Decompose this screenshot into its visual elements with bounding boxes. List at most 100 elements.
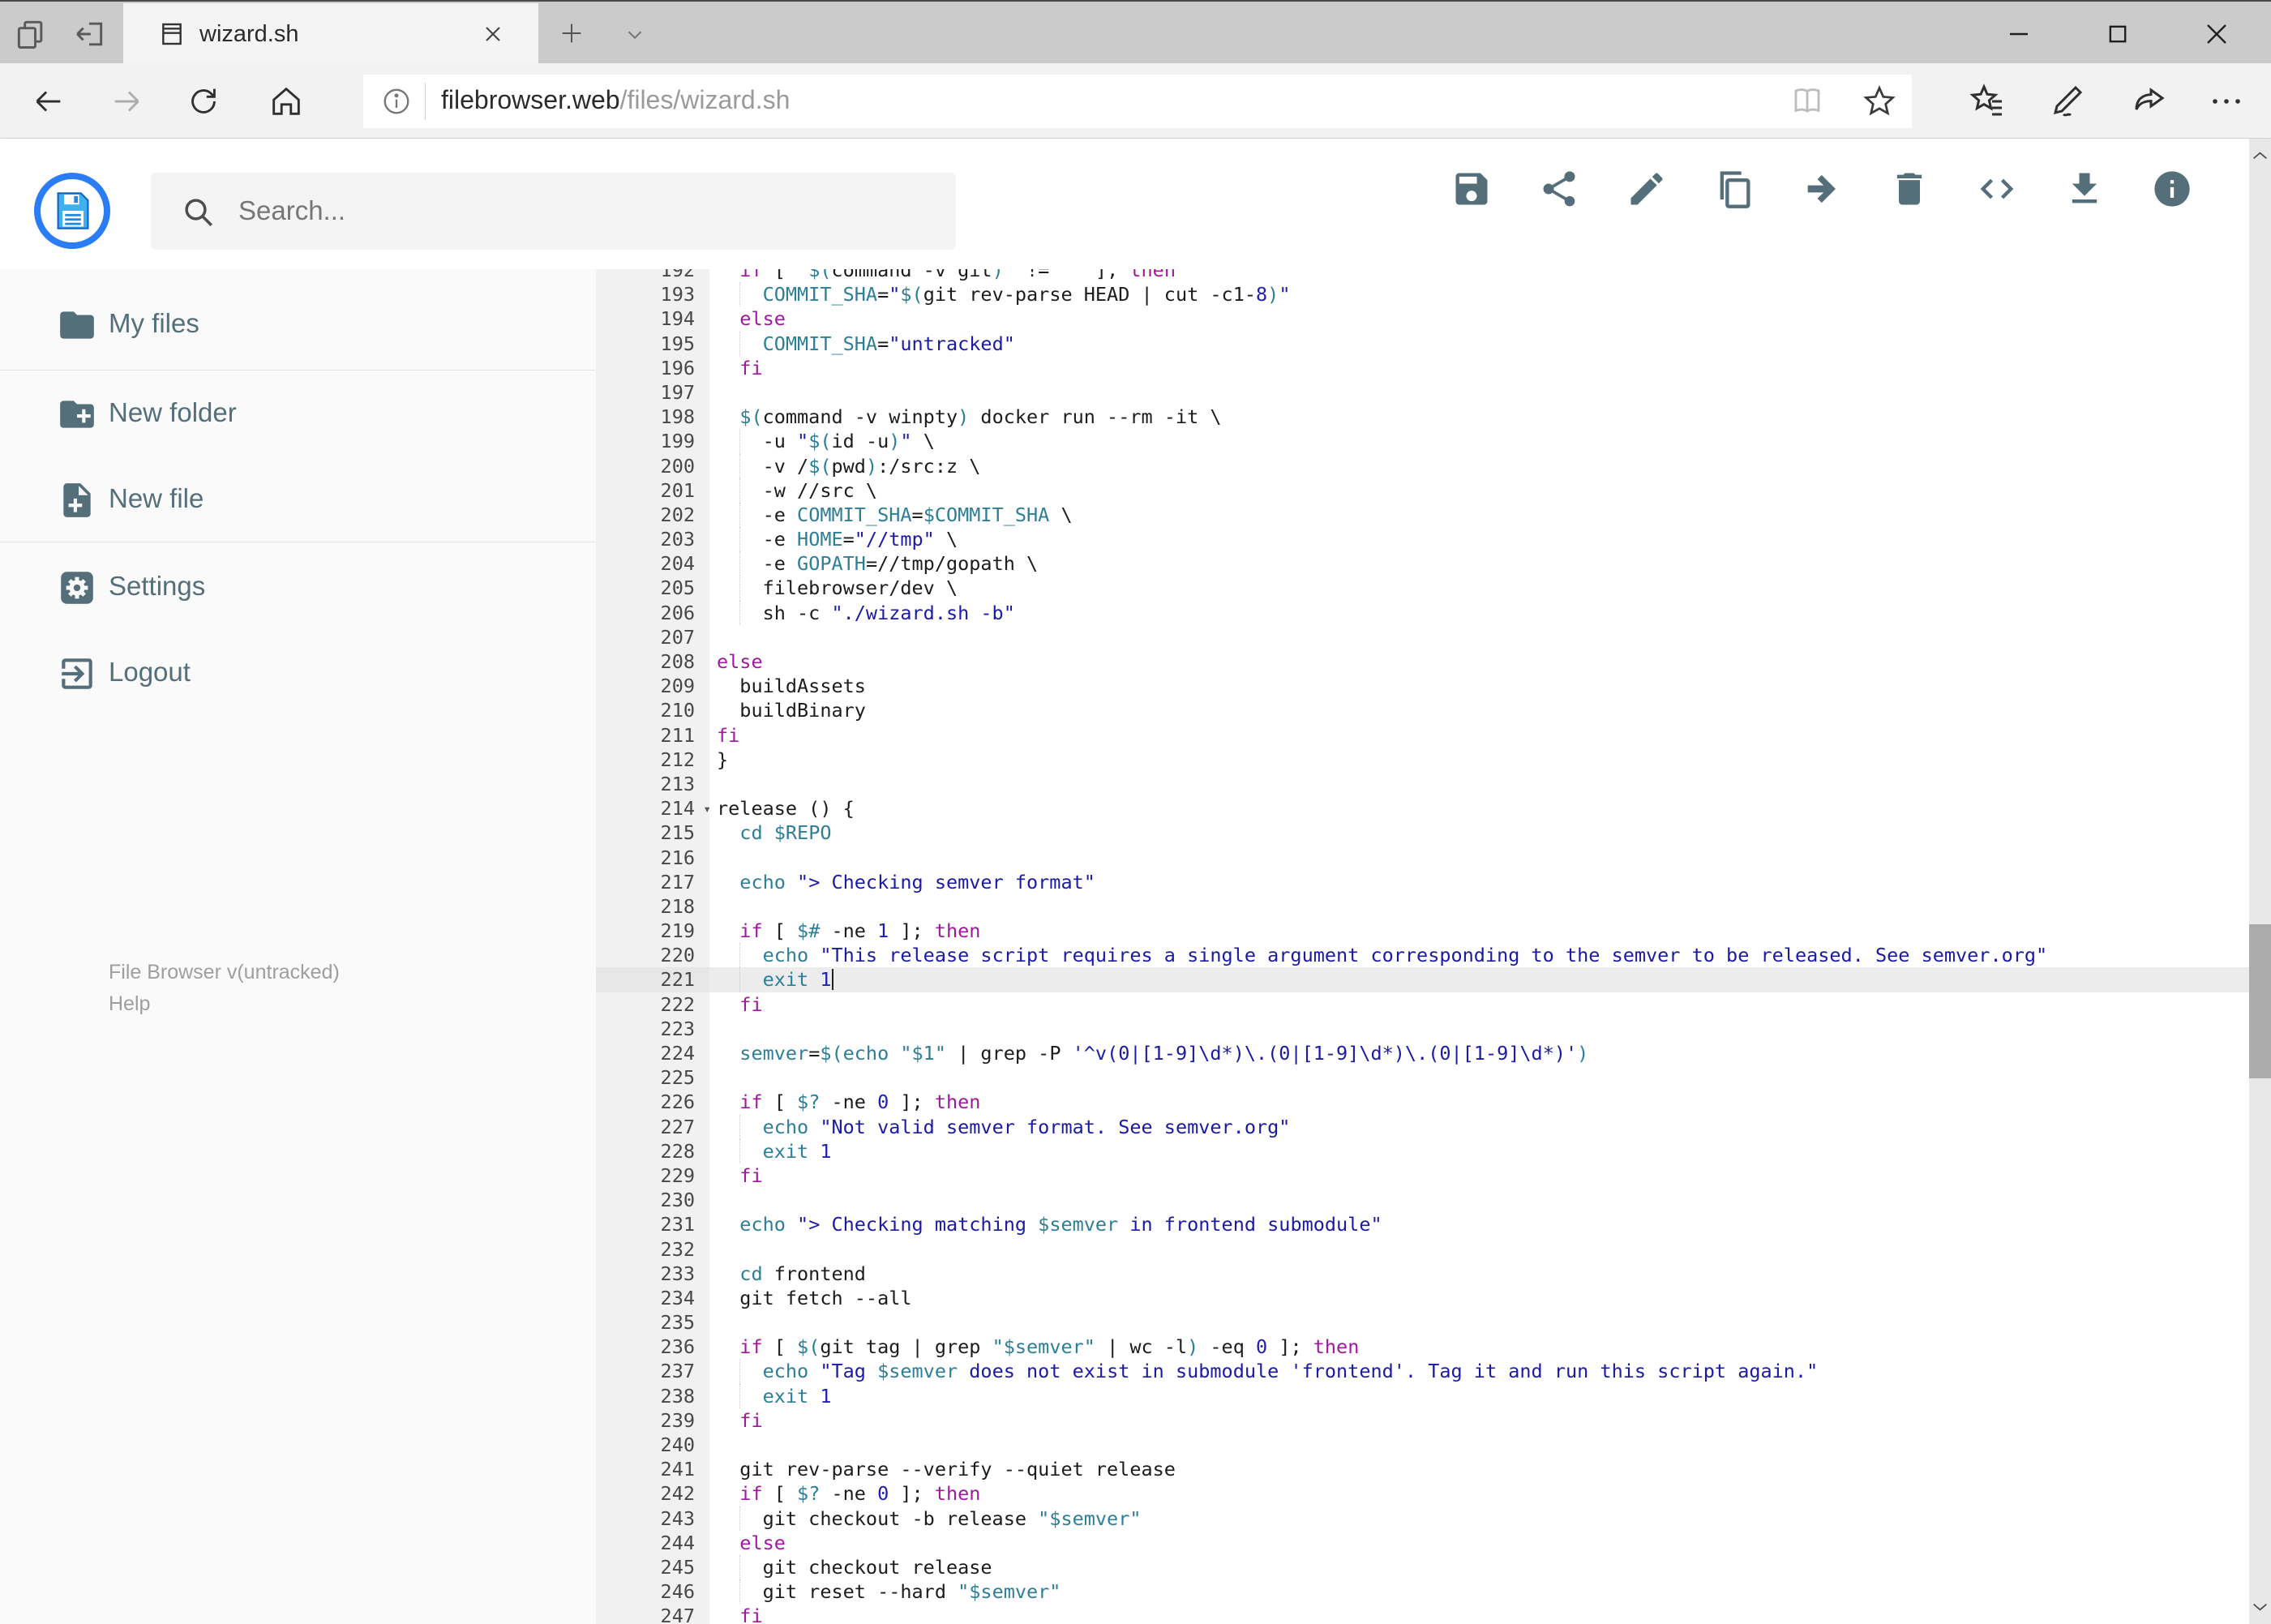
code-line[interactable] [709, 1433, 2249, 1457]
code-line[interactable]: git rev-parse --verify --quiet release [709, 1457, 2249, 1481]
code-line[interactable]: buildBinary [709, 698, 2249, 722]
line-number[interactable]: 229 [596, 1163, 709, 1188]
line-number[interactable]: 224 [596, 1041, 709, 1065]
code-line[interactable]: git reset --hard "$semver" [709, 1579, 2249, 1605]
scroll-up-icon[interactable] [2249, 142, 2271, 169]
code-line[interactable]: else [709, 306, 2249, 331]
code-line[interactable]: release () { [709, 796, 2249, 821]
line-number[interactable]: 208 [596, 649, 709, 674]
code-line[interactable]: cd $REPO [709, 821, 2249, 845]
code-line[interactable]: echo "Tag $semver does not exist in subm… [709, 1359, 2249, 1384]
vertical-scrollbar[interactable] [2249, 139, 2271, 1624]
code-line[interactable] [709, 894, 2249, 919]
more-options-icon[interactable] [2207, 82, 2246, 121]
code-line[interactable]: if [ $? -ne 0 ]; then [709, 1481, 2249, 1506]
code-line[interactable]: -v /$(pwd):/src:z \ [709, 453, 2249, 478]
line-number[interactable]: 199 [596, 429, 709, 453]
line-number[interactable]: 225 [596, 1065, 709, 1090]
line-number[interactable]: 211 [596, 723, 709, 748]
code-line[interactable]: if [ $(git tag | grep "$semver" | wc -l)… [709, 1335, 2249, 1359]
sidebar-item-my-files[interactable]: My files [0, 302, 596, 350]
line-number[interactable]: 244 [596, 1531, 709, 1555]
line-number[interactable]: 202 [596, 503, 709, 527]
sidebar-item-new-file[interactable]: New file [0, 477, 596, 525]
line-number[interactable]: 223 [596, 1017, 709, 1041]
new-tab-icon[interactable] [558, 19, 585, 47]
line-number[interactable]: 197 [596, 380, 709, 405]
maximize-button[interactable] [2100, 16, 2136, 52]
code-line[interactable]: fi [709, 1408, 2249, 1433]
code-line[interactable]: -e GOPATH=//tmp/gopath \ [709, 551, 2249, 576]
line-number[interactable]: 215 [596, 821, 709, 845]
code-line[interactable]: else [709, 649, 2249, 674]
line-number[interactable]: 238 [596, 1384, 709, 1408]
line-number[interactable]: 204 [596, 551, 709, 576]
line-number[interactable]: 209 [596, 674, 709, 698]
line-number[interactable]: 240 [596, 1433, 709, 1457]
help-link[interactable]: Help [109, 988, 340, 1020]
code-line[interactable]: filebrowser/dev \ [709, 576, 2249, 601]
tab-list-chevron-icon[interactable] [621, 23, 649, 47]
share-page-icon[interactable] [2130, 82, 2169, 121]
scrollbar-thumb[interactable] [2249, 924, 2271, 1078]
line-number[interactable]: 232 [596, 1237, 709, 1262]
code-line[interactable] [709, 772, 2249, 796]
line-number[interactable]: 217 [596, 870, 709, 894]
ink-annotate-icon[interactable] [2049, 82, 2088, 121]
move-icon[interactable] [1801, 168, 1843, 210]
sidebar-item-settings[interactable]: Settings [0, 564, 596, 613]
code-line[interactable]: semver=$(echo "$1" | grep -P '^v(0|[1-9]… [709, 1041, 2249, 1065]
sidebar-item-new-folder[interactable]: New folder [0, 391, 596, 439]
line-number[interactable]: 212 [596, 748, 709, 772]
share-icon[interactable] [1538, 168, 1580, 210]
copy-icon[interactable] [1713, 168, 1755, 210]
code-line[interactable] [709, 1310, 2249, 1335]
line-number[interactable]: 196 [596, 356, 709, 380]
line-number[interactable]: 194 [596, 306, 709, 331]
code-line[interactable]: git fetch --all [709, 1286, 2249, 1310]
code-line[interactable] [709, 1065, 2249, 1090]
code-line[interactable]: } [709, 748, 2249, 772]
tab-close-icon[interactable] [480, 21, 506, 47]
close-button[interactable] [2199, 16, 2235, 52]
tab-preview-icon[interactable] [13, 16, 49, 52]
home-icon[interactable] [268, 83, 305, 120]
code-line[interactable]: fi [709, 1604, 2249, 1624]
line-number[interactable]: 231 [596, 1212, 709, 1236]
line-number[interactable]: 236 [596, 1335, 709, 1359]
favorite-star-icon[interactable] [1862, 84, 1897, 119]
line-number[interactable]: 193 [596, 282, 709, 306]
line-number[interactable]: 247 [596, 1604, 709, 1624]
line-number[interactable]: 210 [596, 698, 709, 722]
rename-icon[interactable] [1626, 168, 1668, 210]
code-line[interactable]: echo "This release script requires a sin… [709, 943, 2249, 968]
code-line[interactable]: echo "Not valid semver format. See semve… [709, 1114, 2249, 1139]
code-line[interactable]: fi [709, 723, 2249, 748]
line-number[interactable]: 237 [596, 1359, 709, 1383]
sidebar-item-logout[interactable]: Logout [0, 650, 596, 699]
forward-icon[interactable] [109, 83, 146, 120]
line-number[interactable]: 230 [596, 1188, 709, 1212]
code-line[interactable]: if [ $? -ne 0 ]; then [709, 1090, 2249, 1114]
code-line[interactable]: -u "$(id -u)" \ [709, 429, 2249, 454]
line-number[interactable]: 226 [596, 1090, 709, 1114]
line-number[interactable]: 218 [596, 894, 709, 919]
code-line[interactable] [709, 625, 2249, 649]
back-icon[interactable] [29, 83, 66, 120]
info-icon[interactable] [2151, 168, 2193, 210]
code-line[interactable]: exit 1 [709, 967, 2249, 992]
line-number[interactable]: 227 [596, 1115, 709, 1139]
line-number[interactable]: 246 [596, 1579, 709, 1604]
code-editor[interactable]: 192 193 194 195 196 197 198 199 200 201 202 203 204 2… [596, 269, 2249, 1624]
code-line[interactable]: buildAssets [709, 674, 2249, 698]
delete-icon[interactable] [1888, 168, 1930, 210]
line-number[interactable]: 205 [596, 576, 709, 600]
address-input[interactable]: filebrowser.web/files/wizard.sh [363, 75, 1912, 128]
code-line[interactable]: cd frontend [709, 1262, 2249, 1286]
line-number[interactable]: 216 [596, 846, 709, 870]
code-line[interactable]: exit 1 [709, 1383, 2249, 1408]
search-box[interactable]: Search... [151, 173, 956, 250]
minimize-button[interactable] [2001, 16, 2037, 52]
line-number[interactable]: 239 [596, 1408, 709, 1433]
line-number[interactable]: 192 [596, 269, 709, 282]
